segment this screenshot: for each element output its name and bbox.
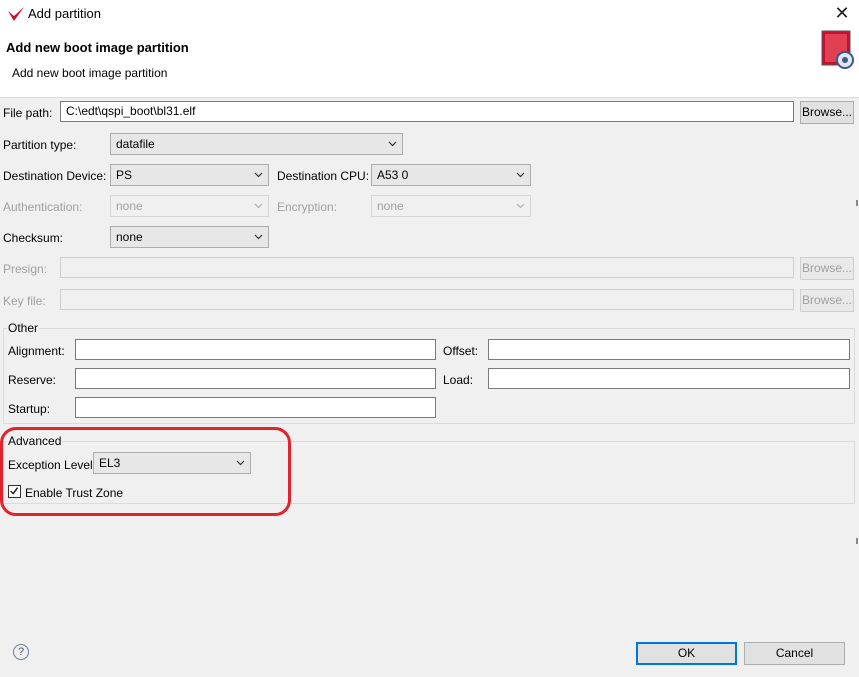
boot-image-wizard-icon bbox=[821, 30, 854, 69]
encryption-value: none bbox=[377, 199, 404, 213]
offset-input[interactable] bbox=[488, 339, 850, 360]
startup-label: Startup: bbox=[8, 402, 51, 416]
edge-strip bbox=[856, 200, 858, 544]
highlight-annotation bbox=[0, 427, 291, 516]
checksum-value: none bbox=[116, 230, 143, 244]
help-icon[interactable]: ? bbox=[13, 644, 29, 660]
reserve-input[interactable] bbox=[75, 368, 436, 389]
file-path-label: File path: bbox=[3, 106, 53, 120]
alignment-input[interactable] bbox=[75, 339, 436, 360]
destination-cpu-value: A53 0 bbox=[377, 168, 409, 182]
startup-input[interactable] bbox=[75, 397, 436, 418]
title-bar bbox=[0, 0, 859, 26]
window-title: Add partition bbox=[28, 6, 101, 21]
destination-device-dropdown[interactable]: PS bbox=[110, 164, 269, 186]
cancel-button[interactable]: Cancel bbox=[744, 642, 845, 665]
load-input[interactable] bbox=[488, 368, 850, 389]
encryption-label: Encryption: bbox=[277, 200, 338, 214]
chevron-down-icon bbox=[516, 203, 525, 209]
offset-label: Offset: bbox=[443, 344, 479, 358]
close-icon[interactable]: ✕ bbox=[825, 0, 859, 26]
destination-device-label: Destination Device: bbox=[3, 169, 107, 183]
partition-type-label: Partition type: bbox=[3, 138, 77, 152]
presign-browse-button[interactable]: Browse... bbox=[800, 257, 854, 280]
file-path-browse-button[interactable]: Browse... bbox=[800, 101, 854, 124]
alignment-label: Alignment: bbox=[8, 344, 65, 358]
authentication-value: none bbox=[116, 199, 143, 213]
authentication-dropdown[interactable]: none bbox=[110, 195, 269, 217]
xilinx-logo-icon bbox=[8, 7, 24, 21]
destination-cpu-label: Destination CPU: bbox=[277, 169, 370, 183]
chevron-down-icon bbox=[254, 203, 263, 209]
presign-label: Presign: bbox=[3, 262, 48, 276]
chevron-down-icon bbox=[388, 141, 397, 147]
partition-type-value: datafile bbox=[116, 137, 155, 151]
presign-input[interactable] bbox=[60, 257, 794, 278]
checksum-label: Checksum: bbox=[3, 231, 64, 245]
authentication-label: Authentication: bbox=[3, 200, 83, 214]
ok-button[interactable]: OK bbox=[636, 642, 737, 665]
chevron-down-icon bbox=[516, 172, 525, 178]
dialog-header bbox=[0, 26, 859, 98]
header-subtitle: Add new boot image partition bbox=[12, 66, 168, 80]
key-file-browse-button[interactable]: Browse... bbox=[800, 289, 854, 312]
load-label: Load: bbox=[443, 373, 474, 387]
checksum-dropdown[interactable]: none bbox=[110, 226, 269, 248]
key-file-label: Key file: bbox=[3, 294, 46, 308]
destination-device-value: PS bbox=[116, 168, 133, 182]
file-path-input[interactable]: C:\edt\qspi_boot\bl31.elf bbox=[60, 101, 794, 122]
destination-cpu-dropdown[interactable]: A53 0 bbox=[371, 164, 531, 186]
chevron-down-icon bbox=[254, 234, 263, 240]
header-title: Add new boot image partition bbox=[6, 40, 189, 55]
reserve-label: Reserve: bbox=[8, 373, 57, 387]
key-file-input[interactable] bbox=[60, 289, 794, 310]
other-group-label: Other bbox=[7, 321, 40, 335]
partition-type-dropdown[interactable]: datafile bbox=[110, 133, 403, 155]
chevron-down-icon bbox=[254, 172, 263, 178]
encryption-dropdown[interactable]: none bbox=[371, 195, 531, 217]
